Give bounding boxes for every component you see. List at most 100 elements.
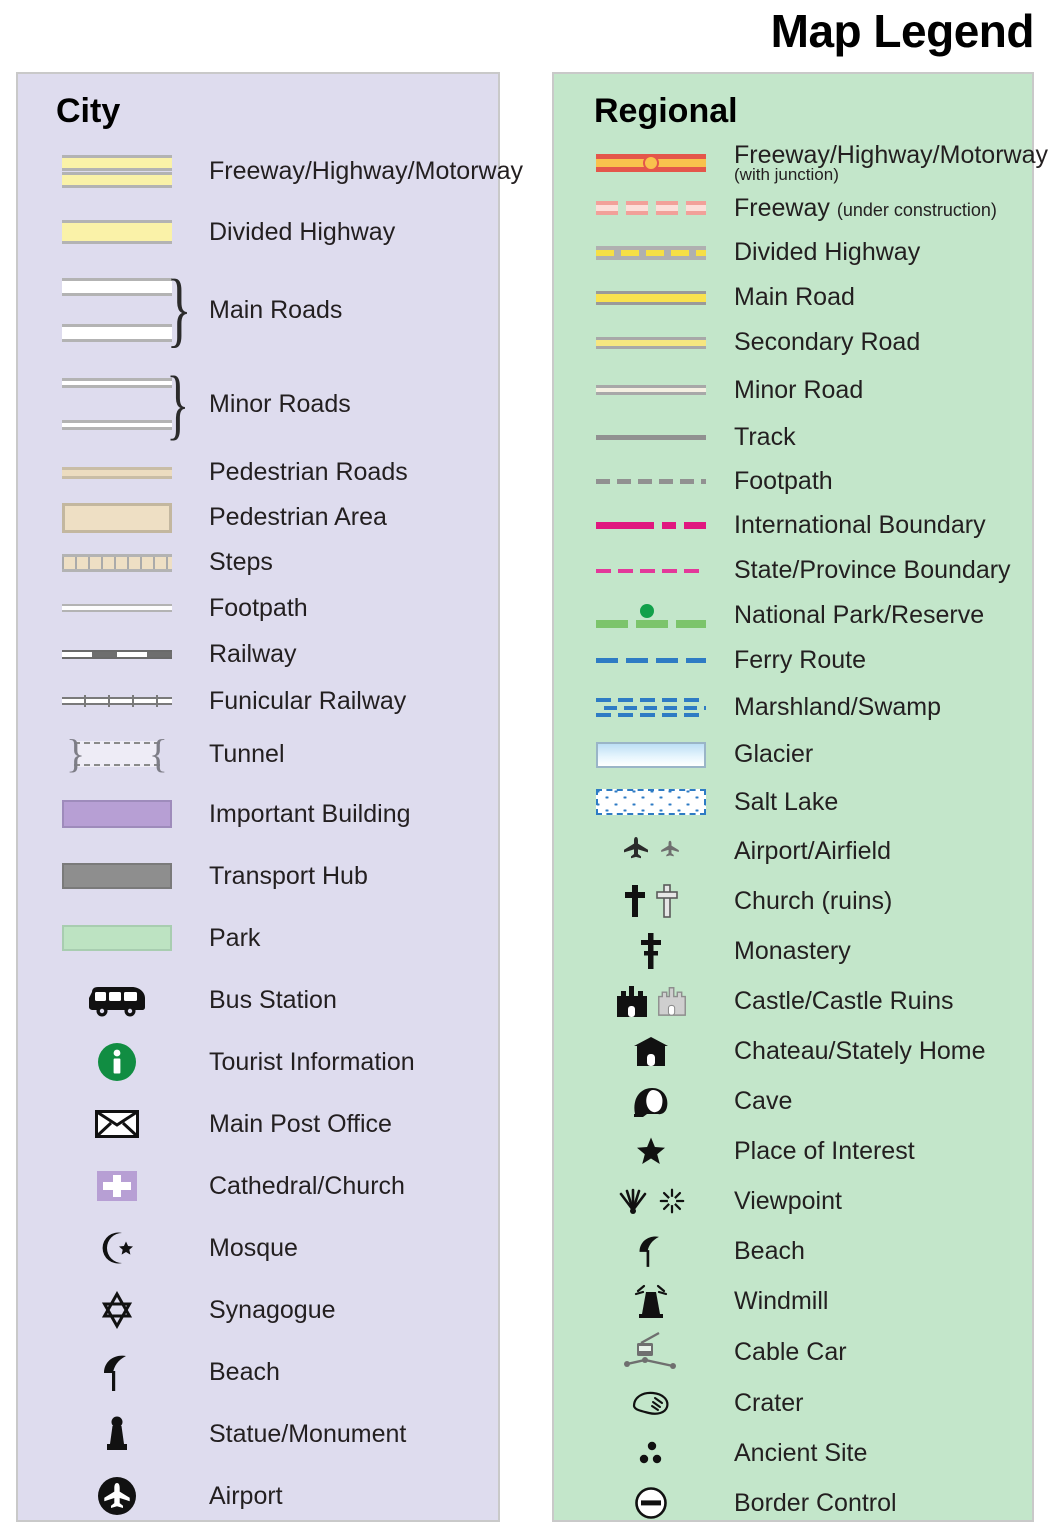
legend-row-regional-windmill: Windmill: [554, 1276, 1032, 1326]
regional-panel-heading: Regional: [594, 92, 738, 130]
legend-label: Airport: [209, 1481, 283, 1510]
track-line-icon: [586, 434, 716, 440]
legend-row-regional-track: Track: [554, 415, 1032, 459]
crescent-star-icon: [47, 1230, 187, 1266]
crater-icon: [586, 1390, 716, 1416]
legend-row-regional-salt-lake: Salt Lake: [554, 778, 1032, 826]
legend-label: Secondary Road: [734, 328, 921, 357]
legend-label: Steps: [209, 548, 273, 577]
state-boundary-line-icon: [586, 568, 716, 573]
legend-label: National Park/Reserve: [734, 601, 985, 630]
city-legend-rows: Freeway/Highway/Motorway Divided Highway…: [18, 140, 523, 1527]
legend-label: Footpath: [734, 466, 833, 495]
divided-highway-band-icon: [47, 220, 187, 244]
monastery-cross-icon: [586, 932, 716, 970]
park-swatch-icon: [47, 925, 187, 951]
legend-label: Footpath: [209, 593, 308, 622]
curly-brace-icon: }: [166, 359, 190, 447]
legend-label: Tourist Information: [209, 1047, 415, 1076]
railway-dashed-line-icon: [47, 649, 187, 659]
legend-label: Place of Interest: [734, 1136, 915, 1165]
legend-label: Viewpoint: [734, 1186, 842, 1215]
castle-pair-icon: [586, 984, 716, 1018]
legend-label: Main Roads: [209, 295, 343, 324]
legend-row-regional-minor-road: Minor Road: [554, 365, 1032, 415]
legend-label: Main Post Office: [209, 1109, 392, 1138]
cross-on-purple-icon: [47, 1171, 187, 1201]
legend-row-regional-chateau: Chateau/Stately Home: [554, 1026, 1032, 1076]
legend-label: Synagogue: [209, 1295, 336, 1324]
pedestrian-road-band-icon: [47, 466, 187, 479]
legend-label: Minor Roads: [209, 389, 351, 418]
legend-row-regional-glacier: Glacier: [554, 731, 1032, 778]
legend-label: Funicular Railway: [209, 686, 407, 715]
legend-row-city-airport: Airport: [18, 1465, 498, 1527]
curly-brace-icon: }: [166, 262, 192, 356]
legend-label: Mosque: [209, 1233, 298, 1262]
star-icon: [586, 1136, 716, 1166]
legend-row-city-statue: Statue/Monument: [18, 1403, 498, 1465]
legend-label: Pedestrian Area: [209, 503, 387, 532]
parasol-icon: [586, 1233, 716, 1269]
legend-row-regional-freeway-uc: Freeway (under construction): [554, 186, 1032, 230]
legend-row-city-railway: Railway: [18, 631, 498, 677]
main-roads-brace-icon: }: [47, 267, 192, 352]
legend-row-regional-church-ruins: Church (ruins): [554, 876, 1032, 926]
legend-row-regional-place-of-interest: Place of Interest: [554, 1126, 1032, 1176]
legend-label: Crater: [734, 1388, 804, 1417]
legend-row-city-steps: Steps: [18, 540, 498, 585]
legend-label: Tunnel: [209, 739, 285, 768]
city-legend-panel: City Freeway/Highway/Motorway Divided Hi…: [16, 72, 523, 1522]
legend-row-regional-main-road: Main Road: [554, 275, 1032, 320]
legend-label: Main Road: [734, 283, 855, 312]
legend-row-city-tunnel: } { Tunnel: [18, 725, 498, 783]
marshland-pattern-icon: [586, 697, 716, 717]
legend-row-city-cathedral: Cathedral/Church: [18, 1155, 498, 1217]
legend-row-city-pedestrian-roads: Pedestrian Roads: [18, 450, 498, 495]
legend-row-regional-viewpoint: Viewpoint: [554, 1176, 1032, 1226]
legend-row-city-park: Park: [18, 907, 498, 969]
legend-row-regional-national-park: National Park/Reserve: [554, 593, 1032, 638]
info-circle-icon: [47, 1042, 187, 1082]
legend-label: Windmill: [734, 1286, 829, 1315]
bus-icon: [47, 983, 187, 1017]
star-of-david-icon: [47, 1291, 187, 1329]
legend-row-regional-freeway-junction: Freeway/Highway/Motorway (with junction): [554, 140, 1048, 186]
legend-row-regional-ferry-route: Ferry Route: [554, 638, 1032, 683]
legend-row-city-tourist-information: Tourist Information: [18, 1031, 498, 1093]
page-title: Map Legend: [770, 5, 1035, 57]
legend-label: Divided Highway: [734, 238, 921, 267]
legend-label: Monastery: [734, 936, 851, 965]
airplane-circle-icon: [47, 1476, 187, 1516]
legend-row-city-main-roads: } Main Roads: [18, 262, 498, 358]
secondary-road-line-icon: [586, 336, 716, 349]
legend-row-city-footpath: Footpath: [18, 585, 498, 631]
minor-roads-brace-icon: }: [47, 359, 190, 447]
legend-row-city-freeway: Freeway/Highway/Motorway: [18, 140, 523, 202]
legend-row-regional-cave: Cave: [554, 1076, 1032, 1126]
tunnel-braces-dashed-icon: } {: [66, 731, 168, 776]
legend-row-regional-castle: Castle/Castle Ruins: [554, 976, 1032, 1026]
legend-row-city-mosque: Mosque: [18, 1217, 498, 1279]
legend-label: Beach: [209, 1357, 280, 1386]
city-panel-heading: City: [56, 92, 121, 130]
legend-label: Church (ruins): [734, 886, 893, 915]
steps-hatched-band-icon: [47, 553, 187, 572]
legend-label: Important Building: [209, 799, 411, 828]
legend-label: Airport/Airfield: [734, 836, 891, 865]
important-building-swatch-icon: [47, 800, 187, 828]
cave-icon: [586, 1085, 716, 1117]
legend-row-regional-footpath: Footpath: [554, 459, 1032, 503]
ancient-site-dots-icon: [586, 1439, 716, 1467]
cable-car-icon: [586, 1331, 716, 1373]
regional-legend-rows: Freeway/Highway/Motorway (with junction)…: [554, 140, 1048, 1528]
legend-label: Freeway/Highway/Motorway: [209, 156, 523, 185]
chateau-icon: [586, 1035, 716, 1067]
legend-row-city-pedestrian-area: Pedestrian Area: [18, 495, 498, 540]
legend-row-regional-international-boundary: International Boundary: [554, 503, 1032, 548]
legend-row-city-transport-hub: Transport Hub: [18, 845, 498, 907]
footpath-dashed-line-icon: [586, 478, 716, 484]
legend-label: Park: [209, 923, 261, 952]
legend-row-regional-marshland: Marshland/Swamp: [554, 683, 1032, 731]
legend-row-city-divided-highway: Divided Highway: [18, 202, 498, 262]
